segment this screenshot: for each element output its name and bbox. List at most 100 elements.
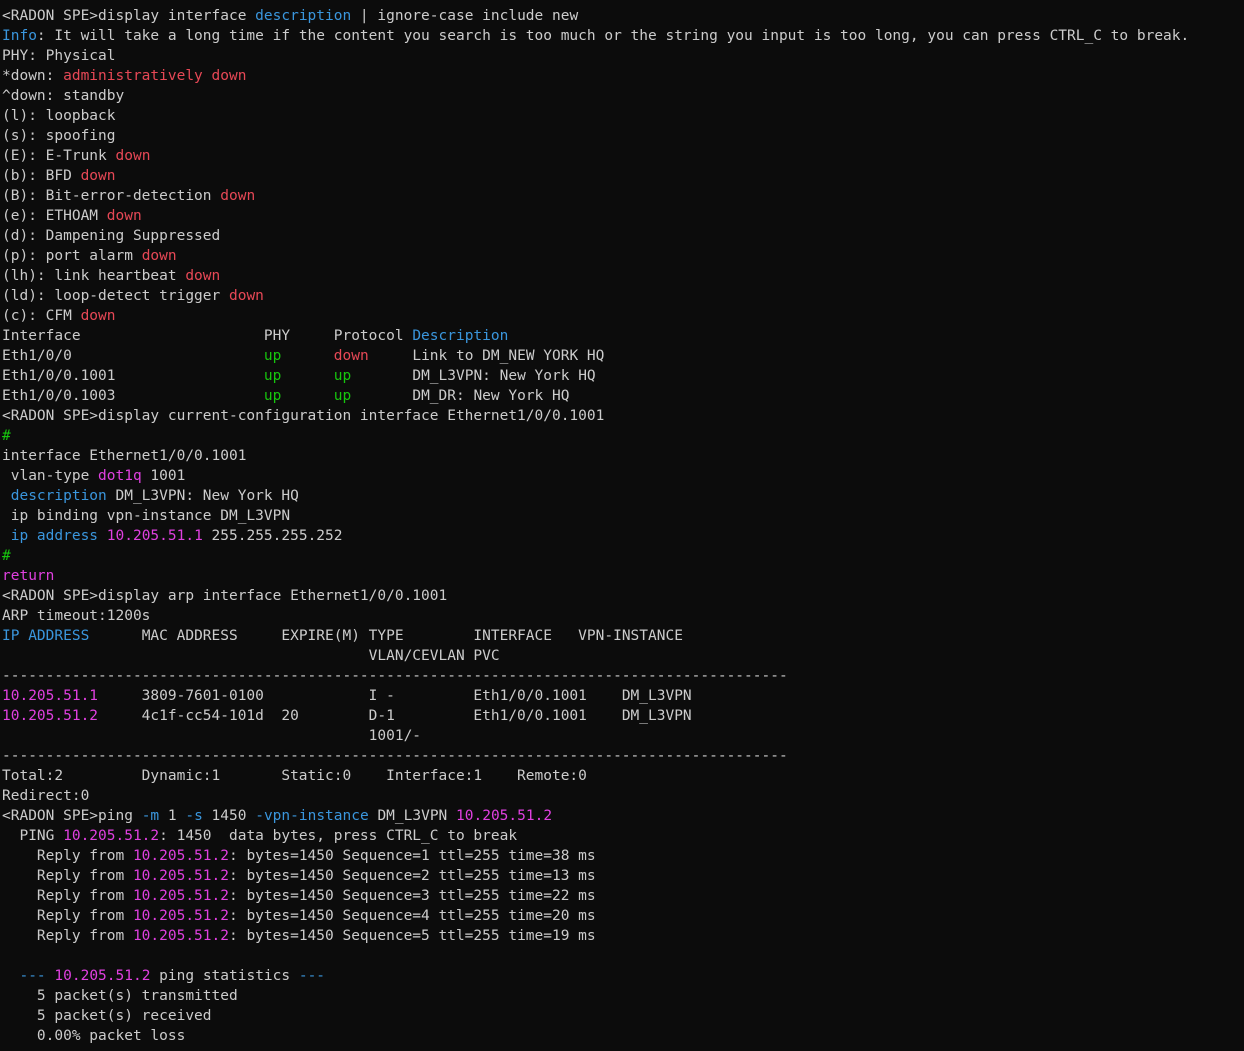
terminal-line: (l): loopback: [2, 106, 1244, 126]
terminal-text-segment: down: [228, 288, 264, 304]
terminal-line: 1001/-: [2, 726, 1244, 746]
terminal-text-segment: DM_L3VPN: [368, 808, 457, 824]
terminal-text-segment: up: [263, 368, 282, 384]
terminal-text-segment: : bytes=1450 Sequence=2 ttl=255 time=13 …: [228, 868, 596, 884]
terminal-text-segment: Eth1/0/0: [2, 348, 264, 364]
terminal-text-segment: 4c1f-cc54-101d 20 D-1 Eth1/0/0.1001 DM_L…: [98, 708, 692, 724]
terminal-text-segment: (b): BFD: [2, 168, 81, 184]
terminal-text-segment: | ignore-case include new: [351, 8, 579, 24]
terminal-line: <RADON SPE>display arp interface Etherne…: [2, 586, 1244, 606]
terminal-text-segment: 10.205.51.2: [132, 848, 229, 864]
terminal-text-segment: (s): spoofing: [2, 128, 116, 144]
terminal-text-segment: 10.205.51.2: [132, 868, 229, 884]
terminal-line: Eth1/0/0 up down Link to DM_NEW YORK HQ: [2, 346, 1244, 366]
terminal-text-segment: 1450: [202, 808, 256, 824]
terminal-text-segment: Total:2 Dynamic:1 Static:0 Interface:1 R…: [2, 768, 587, 784]
terminal-text-segment: 10.205.51.2: [2, 708, 99, 724]
terminal-text-segment: 10.205.51.2: [132, 908, 229, 924]
terminal-text-segment: : bytes=1450 Sequence=1 ttl=255 time=38 …: [228, 848, 596, 864]
terminal-text-segment: 10.205.51.2: [456, 808, 553, 824]
terminal-line: (p): port alarm down: [2, 246, 1244, 266]
terminal-line: Info: It will take a long time if the co…: [2, 26, 1244, 46]
terminal-text-segment: 1001: [141, 468, 186, 484]
terminal-line: (E): E-Trunk down: [2, 146, 1244, 166]
terminal-text-segment: (B): Bit-error-detection: [2, 188, 221, 204]
terminal-line: --- 10.205.51.2 ping statistics ---: [2, 966, 1244, 986]
terminal-line: ip binding vpn-instance DM_L3VPN: [2, 506, 1244, 526]
terminal-line: ^down: standby: [2, 86, 1244, 106]
terminal-text-segment: 10.205.51.2: [132, 928, 229, 944]
terminal-line: 5 packet(s) received: [2, 1006, 1244, 1026]
terminal-text-segment: <RADON SPE>display interface: [2, 8, 256, 24]
terminal-text-segment: down: [220, 188, 256, 204]
terminal-text-segment: ----------------------------------------…: [2, 668, 788, 684]
terminal-text-segment: 10.205.51.1: [106, 528, 203, 544]
terminal-text-segment: ---: [19, 968, 46, 984]
terminal-text-segment: IP ADDRESS: [2, 628, 90, 644]
terminal-text-segment: -vpn-instance: [255, 808, 369, 824]
terminal-line: interface Ethernet1/0/0.1001: [2, 446, 1244, 466]
terminal-line: #: [2, 546, 1244, 566]
terminal-text-segment: ARP timeout:1200s: [2, 608, 151, 624]
terminal-text-segment: 10.205.51.2: [132, 888, 229, 904]
terminal-text-segment: up: [333, 368, 352, 384]
terminal-text-segment: 10.205.51.1: [2, 688, 99, 704]
terminal-line: Reply from 10.205.51.2: bytes=1450 Seque…: [2, 886, 1244, 906]
terminal-text-segment: #: [2, 428, 11, 444]
terminal-text-segment: down: [185, 268, 221, 284]
terminal-line: return: [2, 566, 1244, 586]
terminal-text-segment: 255.255.255.252: [202, 528, 343, 544]
terminal-line: Redirect:0: [2, 786, 1244, 806]
terminal-text-segment: (e): ETHOAM: [2, 208, 107, 224]
terminal-text-segment: <RADON SPE>display current-configuration…: [2, 408, 605, 424]
terminal-output[interactable]: <RADON SPE>display interface description…: [0, 0, 1244, 1051]
terminal-text-segment: : bytes=1450 Sequence=3 ttl=255 time=22 …: [228, 888, 596, 904]
terminal-text-segment: -s: [185, 808, 203, 824]
terminal-text-segment: ip address: [10, 528, 99, 544]
terminal-text-segment: Eth1/0/0.1001: [2, 368, 264, 384]
terminal-line: 0.00% packet loss: [2, 1026, 1244, 1046]
terminal-line: (ld): loop-detect trigger down: [2, 286, 1244, 306]
terminal-text-segment: -m: [141, 808, 160, 824]
terminal-text-segment: down: [106, 208, 142, 224]
terminal-text-segment: description: [10, 488, 107, 504]
terminal-text-segment: 5 packet(s) received: [2, 1008, 212, 1024]
terminal-text-segment: Reply from: [2, 848, 133, 864]
terminal-line: Reply from 10.205.51.2: bytes=1450 Seque…: [2, 866, 1244, 886]
terminal-text-segment: <RADON SPE>ping: [2, 808, 142, 824]
terminal-text-segment: VLAN/CEVLAN PVC: [2, 648, 500, 664]
terminal-text-segment: #: [2, 548, 11, 564]
terminal-text-segment: Link to DM_NEW YORK HQ: [368, 348, 605, 364]
terminal-text-segment: DM_L3VPN: New York HQ: [106, 488, 299, 504]
terminal-line: ----------------------------------------…: [2, 746, 1244, 766]
terminal-text-segment: ping statistics: [150, 968, 299, 984]
terminal-text-segment: Info: [2, 28, 37, 44]
terminal-text-segment: down: [80, 308, 116, 324]
terminal-line: (c): CFM down: [2, 306, 1244, 326]
terminal-text-segment: 0.00% packet loss: [2, 1028, 186, 1044]
terminal-text-segment: description: [255, 8, 352, 24]
terminal-text-segment: up: [263, 348, 282, 364]
terminal-line: Interface PHY Protocol Description: [2, 326, 1244, 346]
terminal-text-segment: dot1q: [98, 468, 142, 484]
terminal-text-segment: Reply from: [2, 888, 133, 904]
terminal-line: (d): Dampening Suppressed: [2, 226, 1244, 246]
terminal-text-segment: down: [115, 148, 151, 164]
terminal-text-segment: (lh): link heartbeat: [2, 268, 186, 284]
terminal-text-segment: (ld): loop-detect trigger: [2, 288, 229, 304]
terminal-text-segment: PHY: Physical: [2, 48, 116, 64]
terminal-line: (B): Bit-error-detection down: [2, 186, 1244, 206]
terminal-line: <RADON SPE>ping -m 1 -s 1450 -vpn-instan…: [2, 806, 1244, 826]
terminal-line: ARP timeout:1200s: [2, 606, 1244, 626]
terminal-line: PHY: Physical: [2, 46, 1244, 66]
terminal-text-segment: interface Ethernet1/0/0.1001: [2, 448, 247, 464]
terminal-text-segment: 1001/-: [2, 728, 422, 744]
terminal-line: #: [2, 426, 1244, 446]
terminal-text-segment: Reply from: [2, 868, 133, 884]
terminal-text-segment: : It will take a long time if the conten…: [36, 28, 1190, 44]
terminal-text-segment: <RADON SPE>display arp interface Etherne…: [2, 588, 448, 604]
